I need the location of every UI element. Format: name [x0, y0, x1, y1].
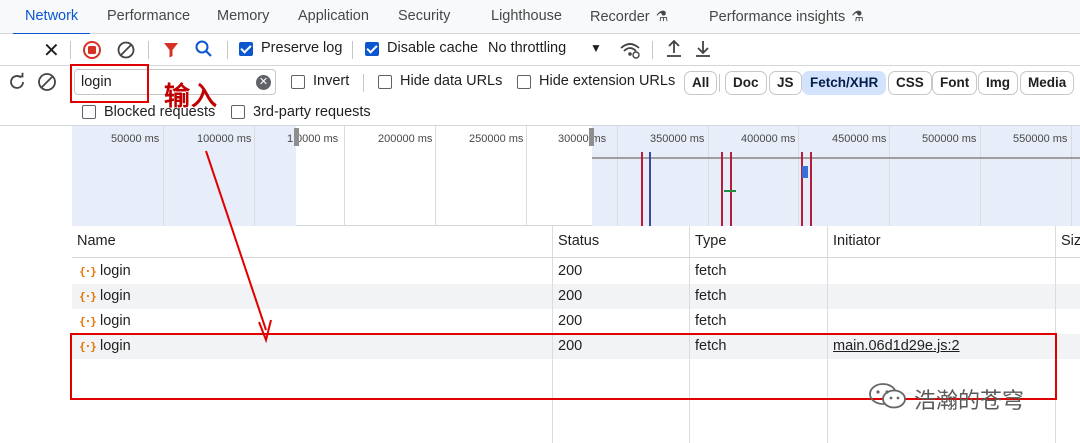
watermark-text: 浩瀚的苍穹	[914, 388, 1025, 413]
wechat-logo-icon	[866, 381, 910, 411]
annotation-arrow	[205, 150, 272, 344]
